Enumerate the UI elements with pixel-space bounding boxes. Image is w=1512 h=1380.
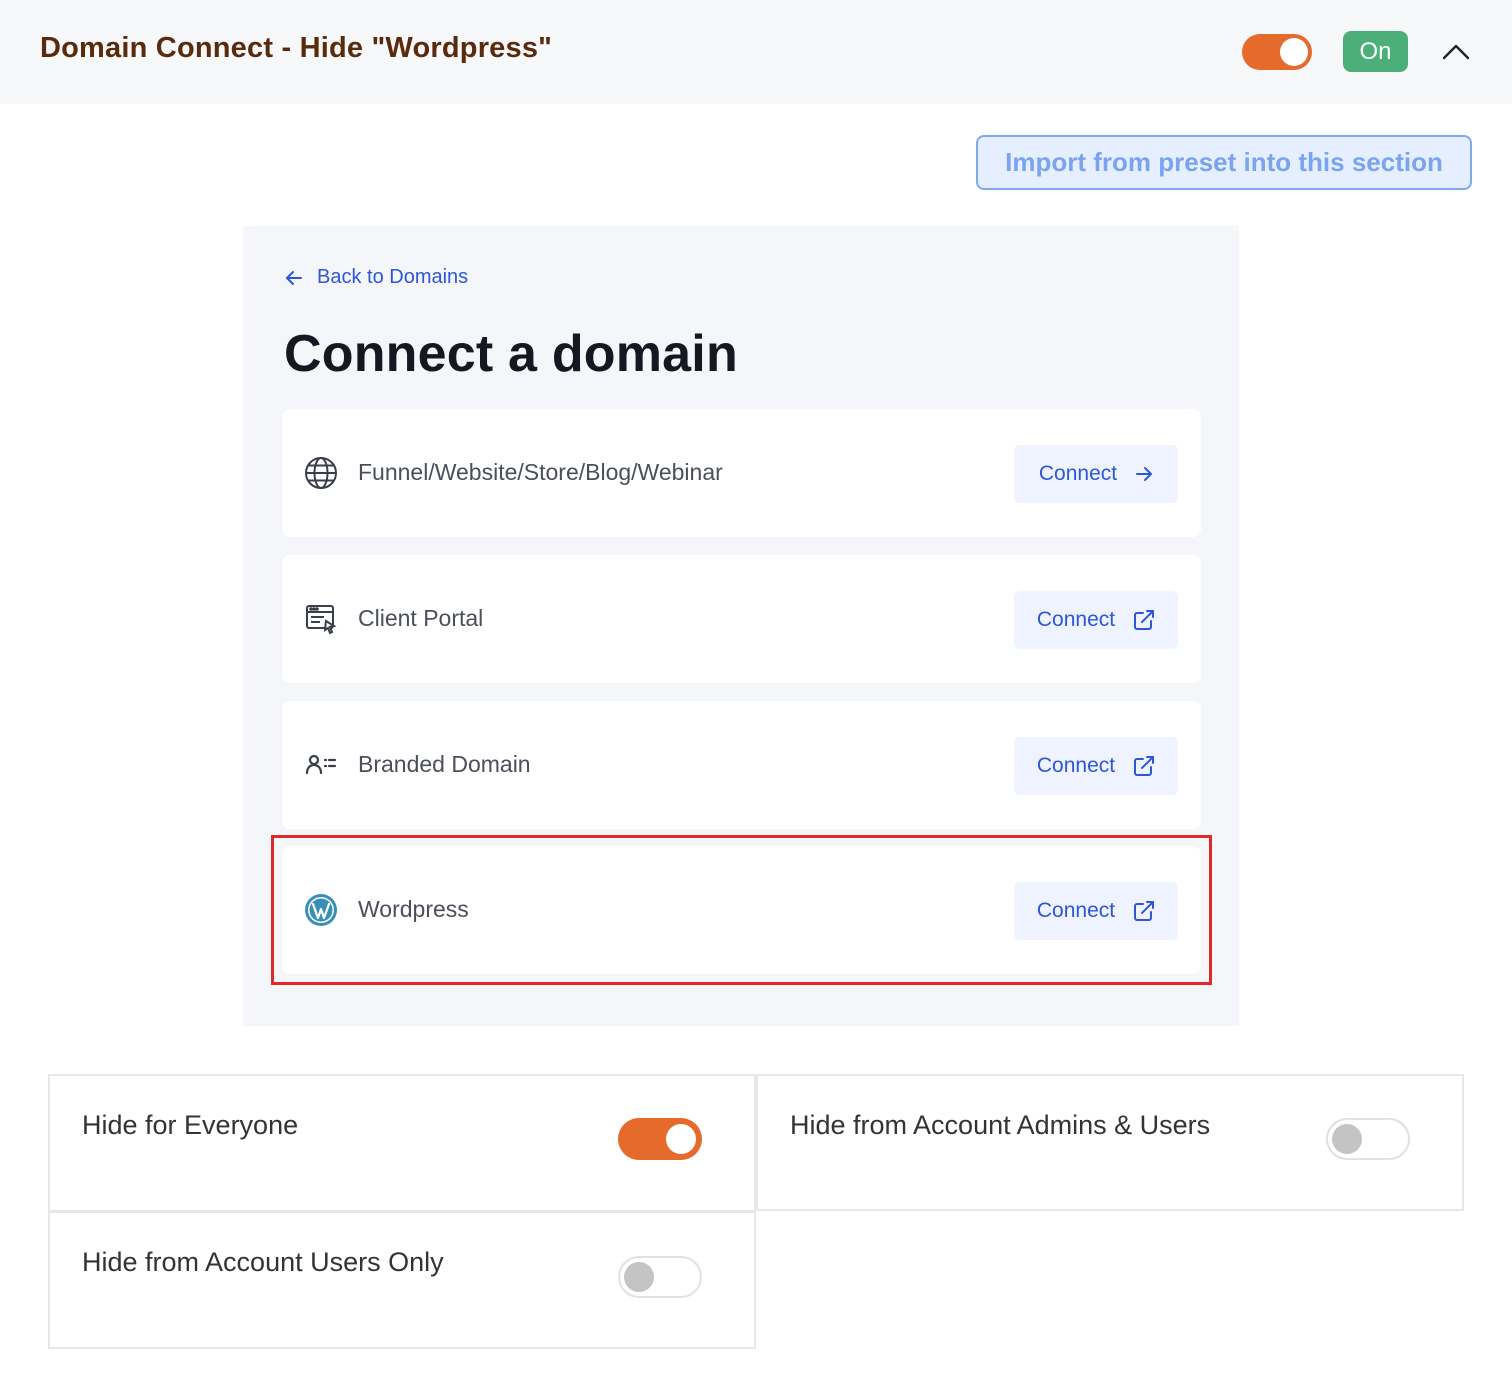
domain-option-label: Branded Domain bbox=[358, 751, 531, 777]
arrow-left-icon bbox=[286, 270, 302, 285]
connect-button-label: Connect bbox=[1036, 754, 1116, 777]
highlight-box bbox=[271, 835, 1212, 985]
status-badge: On bbox=[1343, 31, 1408, 72]
toggle-knob bbox=[1280, 38, 1308, 66]
setting-label: Hide from Account Users Only bbox=[82, 1247, 444, 1277]
connect-button[interactable]: Connect bbox=[1014, 445, 1178, 503]
setting-hide-admins-users: Hide from Account Admins & Users bbox=[756, 1074, 1464, 1211]
connect-button-label: Connect bbox=[1038, 462, 1118, 485]
setting-hide-everyone: Hide for Everyone bbox=[48, 1074, 756, 1212]
domain-option-funnel: Funnel/Website/Store/Blog/Webinar Connec… bbox=[282, 409, 1201, 537]
hide-everyone-toggle[interactable] bbox=[618, 1118, 702, 1160]
toggle-knob bbox=[666, 1124, 696, 1154]
import-preset-button[interactable]: Import from preset into this section bbox=[976, 135, 1472, 190]
back-to-domains-link[interactable]: Back to Domains bbox=[285, 266, 468, 289]
domain-option-label: Funnel/Website/Store/Blog/Webinar bbox=[358, 459, 723, 485]
external-link-icon bbox=[1134, 610, 1155, 630]
client-portal-icon bbox=[304, 602, 338, 636]
setting-label: Hide from Account Admins & Users bbox=[790, 1110, 1211, 1140]
hide-users-only-toggle[interactable] bbox=[618, 1256, 702, 1298]
domain-option-client-portal: Client Portal Connect bbox=[282, 555, 1201, 683]
external-link-icon bbox=[1134, 756, 1155, 776]
user-list-icon bbox=[304, 748, 338, 782]
domain-option-branded: Branded Domain Connect bbox=[282, 701, 1201, 829]
connect-button[interactable]: Connect bbox=[1014, 591, 1178, 649]
section-header: Domain Connect - Hide "Wordpress" On bbox=[0, 0, 1512, 104]
section-title: Domain Connect - Hide "Wordpress" bbox=[40, 32, 553, 64]
hide-admins-users-toggle[interactable] bbox=[1326, 1118, 1410, 1160]
arrow-right-icon bbox=[1136, 467, 1153, 481]
page-title: Connect a domain bbox=[284, 325, 738, 383]
toggle-knob bbox=[624, 1262, 654, 1292]
back-link-label: Back to Domains bbox=[317, 266, 469, 288]
setting-hide-users-only: Hide from Account Users Only bbox=[48, 1211, 756, 1349]
globe-icon bbox=[304, 456, 338, 490]
domain-option-label: Client Portal bbox=[358, 605, 484, 631]
connect-button-label: Connect bbox=[1036, 608, 1116, 631]
toggle-knob bbox=[1332, 1124, 1362, 1154]
setting-label: Hide for Everyone bbox=[82, 1110, 299, 1140]
connect-button[interactable]: Connect bbox=[1014, 737, 1178, 795]
section-enable-toggle[interactable] bbox=[1242, 34, 1312, 70]
chevron-up-icon[interactable] bbox=[1440, 38, 1472, 66]
